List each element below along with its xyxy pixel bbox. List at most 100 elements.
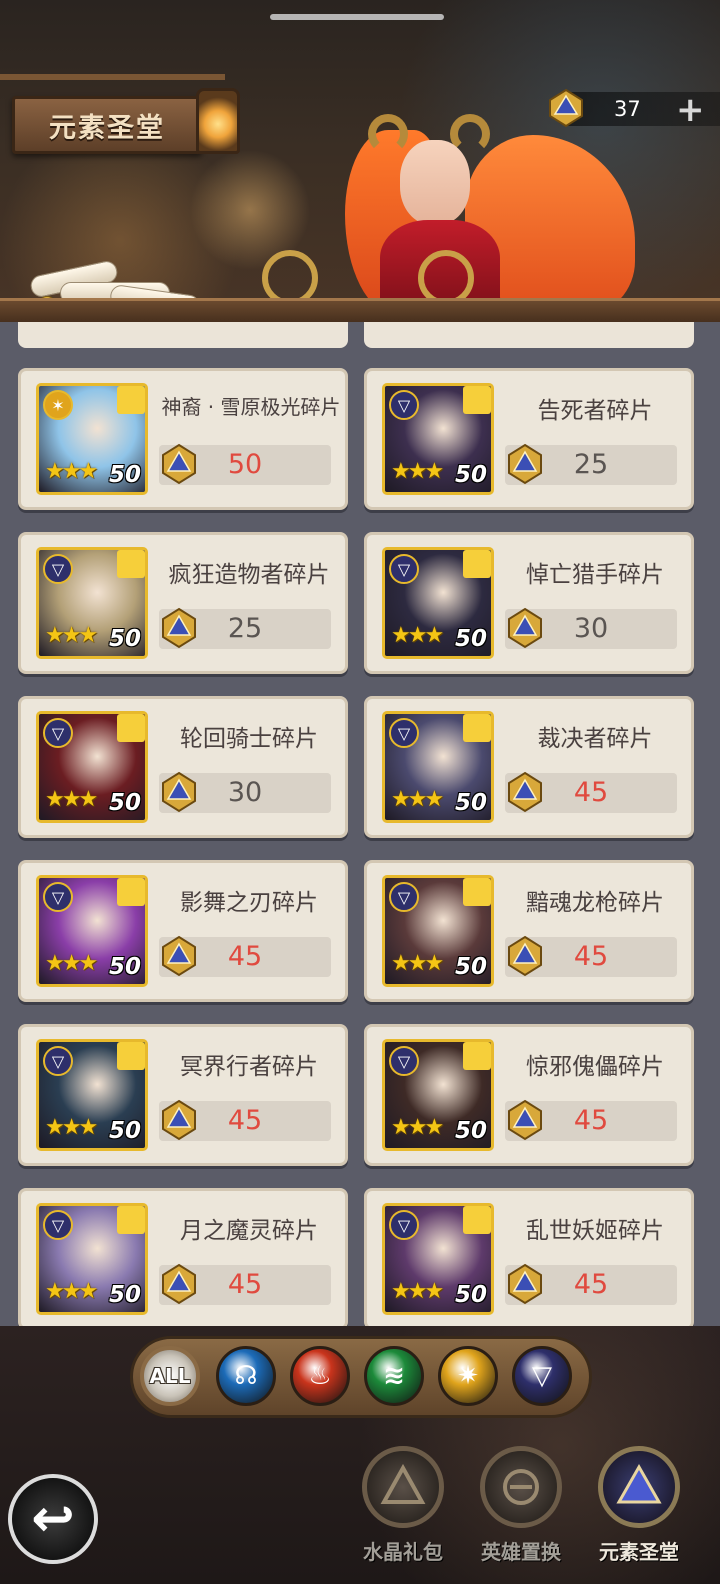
star-rating: ★★★ [45,787,98,812]
crystal-icon [162,443,196,485]
nav-label: 英雄置换 [481,1540,561,1564]
item-name: 疯狂造物者碎片 [168,562,330,588]
item-name: 乱世妖姬碎片 [526,1218,664,1244]
fragment-icon [463,1206,491,1234]
shop-item-card[interactable]: ▽ ★★★ 50 轮回骑士碎片 30 [18,696,348,838]
item-name: 黯魂龙枪碎片 [526,890,664,916]
fragment-icon [463,714,491,742]
light-icon-glyph: ✷ [457,1361,479,1391]
shop-item-card[interactable]: ▽ ★★★ 50 告死者碎片 25 [364,368,694,510]
hero-level: 50 [108,462,141,488]
fire-icon-glyph: ♨ [308,1361,332,1391]
star-rating: ★★★ [391,1115,444,1140]
hero-portrait: ▽ ★★★ 50 [382,547,494,659]
crystal-icon [508,935,542,977]
element-sanctum-icon [598,1446,680,1528]
fragment-icon [463,550,491,578]
nav-label: 水晶礼包 [363,1540,443,1564]
hero-scene: 元素圣堂 [0,0,720,330]
element-void-icon: ▽ [389,1046,419,1076]
crystal-icon [508,771,542,813]
star-rating: ★★★ [391,459,444,484]
void-icon-glyph: ▽ [532,1361,552,1391]
fragment-icon [117,878,145,906]
filter-void-icon[interactable]: ▽ [512,1346,572,1406]
element-light-icon: ✶ [43,390,73,420]
hero-portrait: ▽ ★★★ 50 [36,711,148,823]
hero-portrait: ▽ ★★★ 50 [382,1039,494,1151]
hero-character [250,100,640,315]
shop-item-card[interactable]: ▽ ★★★ 50 冥界行者碎片 45 [18,1024,348,1166]
nav-hero-swap[interactable]: 英雄置换 [466,1446,576,1576]
shop-item-card[interactable]: ▽ ★★★ 50 黯魂龙枪碎片 45 [364,860,694,1002]
hero-portrait: ▽ ★★★ 50 [382,1203,494,1315]
filter-fire-icon[interactable]: ♨ [290,1346,350,1406]
shop-item-card[interactable]: ▽ ★★★ 50 影舞之刃碎片 45 [18,860,348,1002]
item-name: 神裔 · 雪原极光碎片 [161,395,341,419]
star-rating: ★★★ [45,459,98,484]
shop-item-card[interactable]: ▽ ★★★ 50 月之魔灵碎片 45 [18,1188,348,1328]
hero-level: 50 [454,462,487,488]
nav-crystal-pack[interactable]: 水晶礼包 [348,1446,458,1576]
shop-item-card[interactable]: ▽ ★★★ 50 乱世妖姬碎片 45 [364,1188,694,1328]
drag-handle[interactable] [270,14,444,20]
filter-light-icon[interactable]: ✷ [438,1346,498,1406]
star-rating: ★★★ [45,1279,98,1304]
crystal-icon [162,1263,196,1305]
hero-portrait: ▽ ★★★ 50 [382,875,494,987]
item-panel[interactable]: ✶ ★★★ 50 神裔 · 雪原极光碎片 50 ▽ ★★★ 50 告死者碎片 25 ▽ ★★★ 50 疯狂… [0,322,720,1328]
fragment-icon [117,714,145,742]
panel-top-left [18,322,348,348]
element-void-icon: ▽ [43,1210,73,1240]
shop-item-card[interactable]: ▽ ★★★ 50 惊邪傀儡碎片 45 [364,1024,694,1166]
fragment-icon [117,1042,145,1070]
hero-level: 50 [108,626,141,652]
fragment-icon [463,1042,491,1070]
star-rating: ★★★ [391,787,444,812]
item-name: 惊邪傀儡碎片 [526,1054,664,1080]
filter-water-icon[interactable]: ☊ [216,1346,276,1406]
filter-all-label: ALL [149,1364,191,1388]
crystal-icon [162,1099,196,1141]
element-void-icon: ▽ [389,554,419,584]
back-button[interactable]: ↩ [8,1474,98,1564]
item-name: 告死者碎片 [537,398,653,424]
crystal-icon [508,1099,542,1141]
shop-item-card[interactable]: ▽ ★★★ 50 裁决者碎片 45 [364,696,694,838]
hero-level: 50 [108,1282,141,1308]
hero-portrait: ▽ ★★★ 50 [36,1039,148,1151]
item-name: 轮回骑士碎片 [180,726,318,752]
crystal-pack-icon [362,1446,444,1528]
crystal-icon [508,1263,542,1305]
filter-all[interactable]: ALL [140,1346,200,1406]
crystal-icon [162,935,196,977]
add-currency-button[interactable]: + [676,90,705,130]
hero-portrait: ▽ ★★★ 50 [382,383,494,495]
crystal-icon [508,443,542,485]
crystal-icon [549,88,583,128]
hero-level: 50 [108,954,141,980]
star-rating: ★★★ [391,951,444,976]
star-rating: ★★★ [45,623,98,648]
star-rating: ★★★ [45,951,98,976]
item-name: 月之魔灵碎片 [180,1218,318,1244]
currency-amount: 37 [614,97,641,121]
nav-element-sanctum[interactable]: 元素圣堂 [584,1446,694,1576]
shop-item-card[interactable]: ▽ ★★★ 50 疯狂造物者碎片 25 [18,532,348,674]
element-void-icon: ▽ [389,718,419,748]
star-rating: ★★★ [391,623,444,648]
hero-swap-icon [480,1446,562,1528]
filter-nature-icon[interactable]: ≋ [364,1346,424,1406]
sign-rod [0,74,225,80]
hero-portrait: ✶ ★★★ 50 [36,383,148,495]
star-rating: ★★★ [45,1115,98,1140]
crystal-icon [162,607,196,649]
shop-item-card[interactable]: ▽ ★★★ 50 悼亡猎手碎片 30 [364,532,694,674]
crystal-icon [162,771,196,813]
element-void-icon: ▽ [43,554,73,584]
star-rating: ★★★ [391,1279,444,1304]
element-void-icon: ▽ [43,882,73,912]
shop-item-card[interactable]: ✶ ★★★ 50 神裔 · 雪原极光碎片 50 [18,368,348,510]
item-name: 影舞之刃碎片 [180,890,318,916]
back-arrow-icon: ↩ [31,1489,75,1549]
